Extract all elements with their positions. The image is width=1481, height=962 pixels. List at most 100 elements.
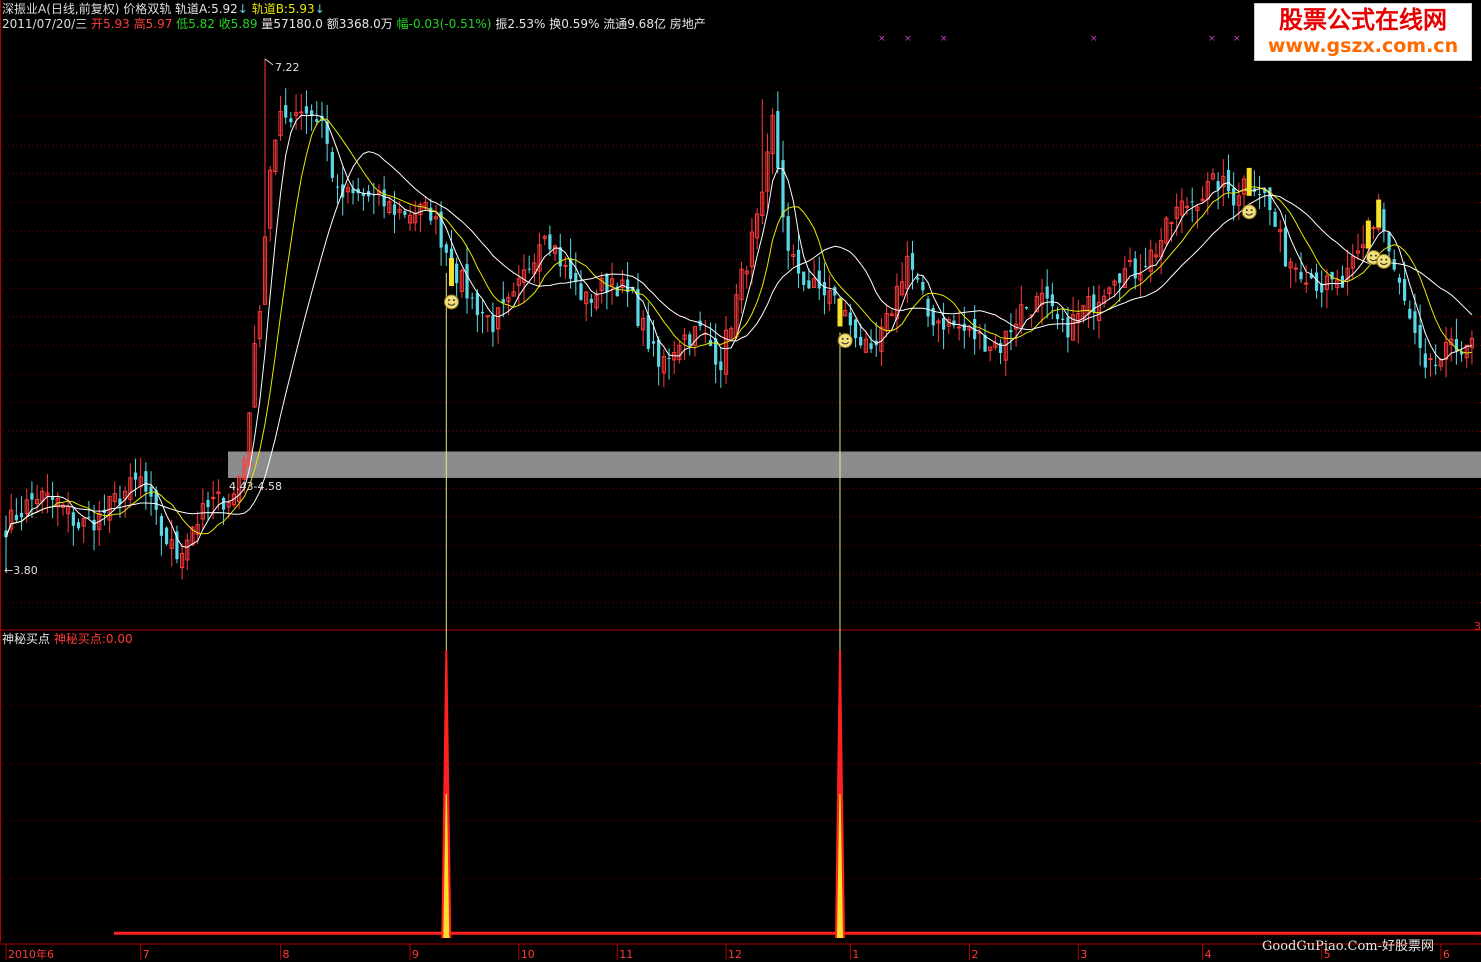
low-label: 低	[176, 17, 189, 31]
candle-body	[1268, 187, 1272, 211]
volume-value: 57180.0	[273, 17, 323, 31]
track-b-label: 轨道B:	[251, 2, 288, 16]
smiley-eye	[846, 337, 849, 340]
candle-body	[455, 263, 459, 284]
smiley-eye	[1250, 209, 1253, 212]
month-label: 11	[619, 948, 633, 961]
smiley-icon	[443, 294, 459, 310]
candle-body	[1257, 194, 1262, 196]
candle-body	[403, 211, 407, 215]
amplitude-value: 振2.53%	[495, 17, 546, 31]
month-label: 6	[1443, 948, 1450, 961]
candle-body	[822, 281, 827, 296]
candle-body	[1009, 330, 1013, 333]
candle-body	[1382, 209, 1386, 232]
candle-body	[1055, 313, 1060, 320]
down-arrow-icon: ↓	[237, 2, 248, 16]
candle-body	[1232, 187, 1236, 206]
candle-body	[1226, 169, 1231, 192]
candle-body	[574, 272, 578, 282]
candle-body	[1392, 259, 1396, 270]
candle-body	[87, 516, 91, 518]
candle-body	[1428, 358, 1433, 361]
candle-body	[589, 298, 593, 303]
candle-body	[817, 270, 821, 289]
min-price-label: ←3.80	[4, 564, 38, 577]
time-axis: 2010年6 7 8 9 10 11 12 1 2 3 4 5 6	[0, 943, 1481, 961]
candle-body	[548, 234, 552, 250]
watermark-url: www.gszx.com.cn	[1267, 35, 1459, 57]
track-a-value: 5.92	[211, 2, 238, 16]
candle-body	[315, 119, 319, 122]
smiley-icon	[1376, 253, 1392, 269]
candle-body	[527, 268, 531, 270]
smiley-face	[1241, 204, 1257, 220]
amount-value: 3368.0万	[338, 17, 393, 31]
candle-body	[465, 264, 469, 299]
candle-body	[133, 472, 138, 480]
candle-body	[14, 514, 18, 521]
candle-body	[164, 527, 169, 545]
month-label: 1	[852, 948, 859, 961]
candle-body	[335, 186, 340, 188]
candle-body	[71, 512, 75, 526]
candle-body	[796, 249, 801, 274]
candle-body	[579, 283, 583, 300]
candle-body	[807, 280, 811, 289]
smiley-eye	[841, 337, 844, 340]
candle-body	[853, 319, 858, 339]
low-value: 5.82	[188, 17, 215, 31]
smiley-icon	[1241, 204, 1257, 220]
candle-body	[657, 339, 661, 367]
candle-body	[149, 486, 153, 497]
candle-body	[1045, 286, 1049, 299]
candle-body	[1061, 318, 1065, 320]
candle-body	[802, 271, 806, 285]
event-mark: ×	[878, 34, 886, 44]
candle-body	[304, 106, 309, 114]
candle-body	[1050, 294, 1054, 307]
indicator-header: 神秘买点 神秘买点:0.00	[2, 632, 133, 646]
candle-body	[392, 204, 397, 215]
month-label: 8	[283, 948, 290, 961]
candle-body	[957, 326, 962, 329]
candle-body	[330, 152, 334, 178]
candle-body	[1408, 308, 1412, 319]
candle-body	[646, 315, 650, 349]
candle-body	[1169, 222, 1174, 225]
candle-body	[651, 341, 656, 344]
candles-layer	[4, 58, 1475, 580]
track-b-value: 5.93	[287, 2, 315, 16]
month-label: 2	[971, 948, 978, 961]
candle-body	[1273, 211, 1277, 227]
candle-body	[1397, 277, 1402, 283]
chart-title: 深振业A(日线,前复权) 价格双轨	[2, 2, 172, 16]
month-label: 2010年6	[8, 947, 54, 961]
candle-body	[563, 264, 568, 267]
candle-body	[1314, 272, 1319, 291]
candle-body	[92, 519, 96, 531]
indicator-value: 0.00	[105, 632, 133, 646]
candle-body	[1118, 273, 1122, 283]
candle-body	[605, 273, 609, 293]
candle-body	[1144, 266, 1148, 268]
signal-bar	[1365, 220, 1371, 249]
event-mark: ×	[940, 34, 948, 44]
event-mark: ×	[1233, 34, 1241, 44]
smiley-eye	[452, 299, 455, 302]
turnover-value: 换0.59%	[549, 17, 600, 31]
open-label: 开	[91, 17, 104, 31]
support-band	[228, 451, 1481, 478]
candle-body	[382, 189, 386, 207]
candle-body	[76, 522, 81, 529]
smiley-face	[443, 294, 459, 310]
smiley-eye	[1374, 254, 1377, 257]
candle-body	[1024, 306, 1029, 309]
sector-value: 房地产	[669, 17, 706, 31]
candle-body	[962, 323, 966, 331]
smiley-eye	[448, 299, 451, 302]
track-a-label: 轨道A:	[175, 2, 212, 16]
indicator-right-mark: 3	[1474, 620, 1481, 633]
candle-body	[1423, 353, 1427, 368]
candle-body	[299, 111, 304, 114]
